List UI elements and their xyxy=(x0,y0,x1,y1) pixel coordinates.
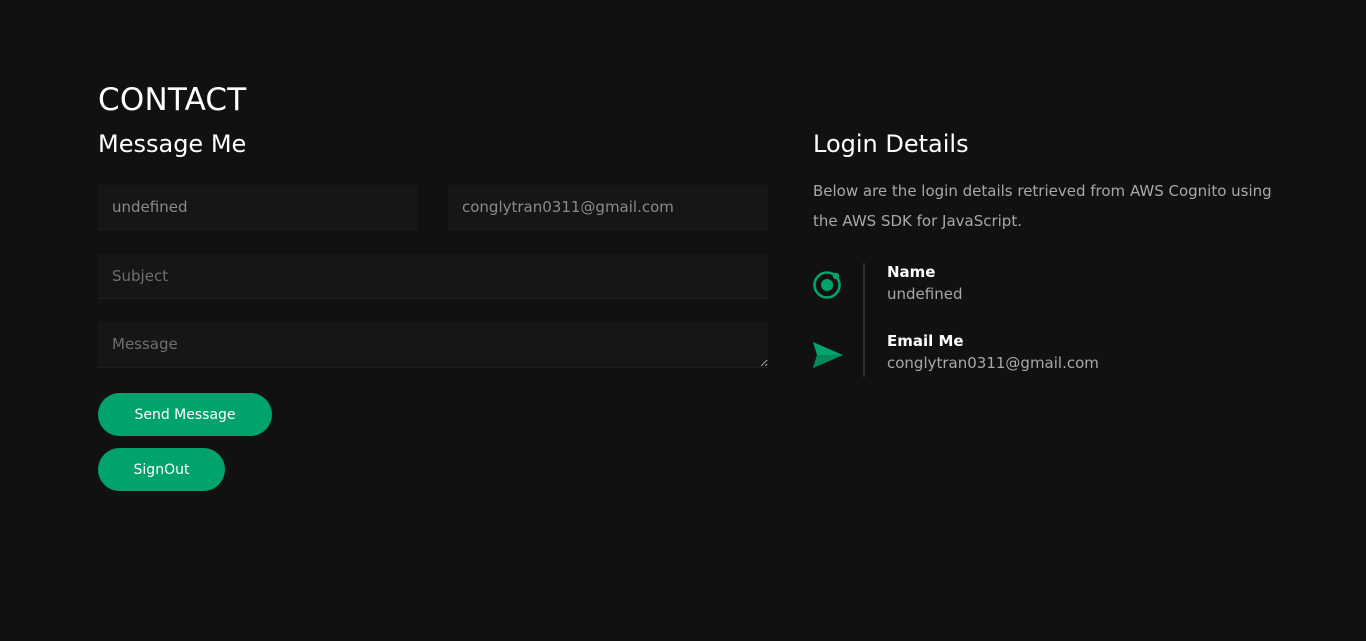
message-form-heading: Message Me xyxy=(98,130,247,158)
email-me-label: Email Me xyxy=(887,332,964,350)
ionic-logo-icon xyxy=(812,270,842,300)
email-input[interactable] xyxy=(448,185,768,230)
email-value: conglytran0311@gmail.com xyxy=(887,354,1099,372)
page-title: CONTACT xyxy=(98,82,247,118)
login-details-description: Below are the login details retrieved fr… xyxy=(813,182,1272,230)
name-value: undefined xyxy=(887,285,963,303)
subject-input[interactable] xyxy=(98,254,768,299)
login-details-heading: Login Details xyxy=(813,130,969,158)
message-textarea[interactable] xyxy=(98,323,768,368)
contact-page: CONTACT Message Me Send Message SignOut … xyxy=(0,0,1366,641)
send-icon xyxy=(812,340,844,370)
signout-button[interactable]: SignOut xyxy=(98,448,225,491)
send-message-button[interactable]: Send Message xyxy=(98,393,272,436)
info-divider xyxy=(863,263,865,377)
name-input[interactable] xyxy=(98,185,418,230)
name-label: Name xyxy=(887,263,936,281)
